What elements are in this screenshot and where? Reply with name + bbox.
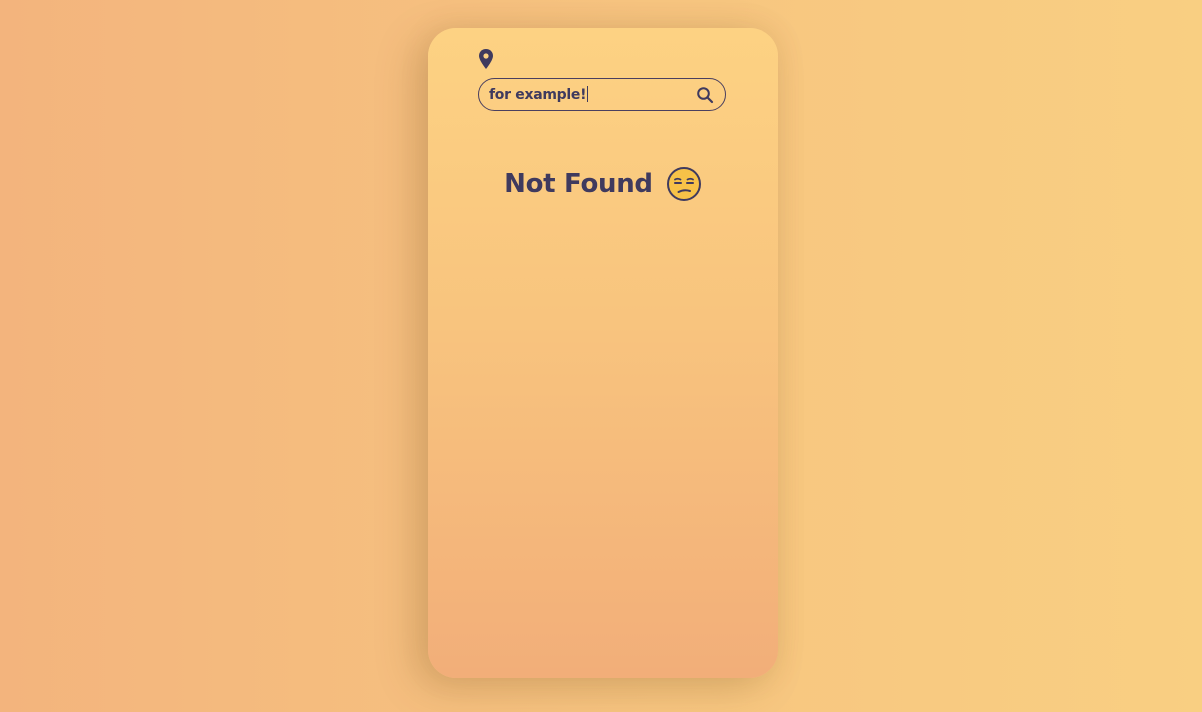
search-box: for example! [478,78,726,111]
search-icon[interactable] [696,86,714,104]
not-found-label: Not Found [504,169,653,199]
weather-card: for example! Not Found [428,28,778,678]
map-pin-icon [479,49,493,69]
search-input-value: for example! [489,87,587,103]
text-caret [587,86,589,102]
search-input[interactable]: for example! [489,86,589,103]
unamused-face-icon [666,167,701,201]
result-message: Not Found [428,166,778,202]
